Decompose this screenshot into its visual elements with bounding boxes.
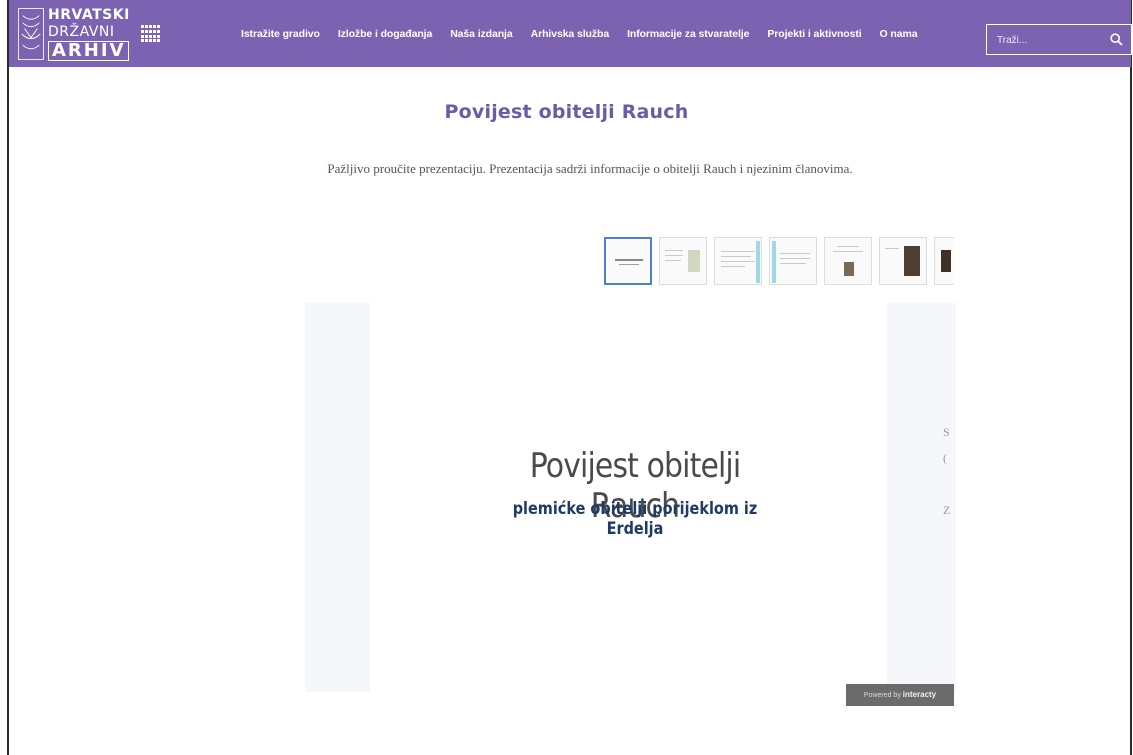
powered-by-brand: interacty <box>902 690 937 699</box>
powered-by-label: Powered by <box>863 692 901 699</box>
search-input[interactable] <box>987 25 1117 56</box>
menu-item-istrazite-gradivo[interactable]: Istražite gradivo <box>241 28 320 40</box>
site-logo[interactable]: HRVATSKI DRŽAVNI ARHIV <box>18 6 130 61</box>
slide-thumbnail-4[interactable] <box>769 237 817 285</box>
slide-subtitle: plemićke obitelji porijeklom iz Erdelja <box>512 499 758 539</box>
menu-item-informacije-za-stvaratelje[interactable]: Informacije za stvaratelje <box>627 28 749 40</box>
slide-left-panel <box>305 303 370 692</box>
logo-text-line1: HRVATSKI <box>48 7 130 23</box>
slide-thumbnails <box>604 237 954 287</box>
slide-thumbnail-1[interactable] <box>604 237 652 285</box>
menu-item-izlozbe-i-dogadanja[interactable]: Izložbe i događanja <box>338 28 432 40</box>
top-navbar: HRVATSKI DRŽAVNI ARHIV Istražite gradivo… <box>9 0 1132 67</box>
search-box <box>986 24 1132 56</box>
slide-thumbnail-7[interactable] <box>934 237 954 285</box>
menu-item-arhivska-sluzba[interactable]: Arhivska služba <box>531 28 610 40</box>
main-menu: Istražite gradivo Izložbe i događanja Na… <box>241 28 935 40</box>
clipped-text-char: S <box>943 425 950 439</box>
intro-text: Pažljivo proučite prezentaciju. Prezenta… <box>327 161 853 176</box>
slide-thumbnail-6[interactable] <box>879 237 927 285</box>
page-title: Povijest obitelji Rauch <box>444 100 689 123</box>
logo-text-line2: DRŽAVNI <box>48 24 115 40</box>
slide-thumbnail-3[interactable] <box>714 237 762 285</box>
grid-icon[interactable] <box>141 25 161 43</box>
logo-text-line3: ARHIV <box>48 41 130 61</box>
slide-thumbnail-2[interactable] <box>659 237 707 285</box>
menu-item-o-nama[interactable]: O nama <box>880 28 918 40</box>
powered-by-badge[interactable]: Powered by interacty <box>846 684 954 706</box>
next-slide-preview[interactable] <box>887 303 956 692</box>
slide-thumbnail-5[interactable] <box>824 237 872 285</box>
menu-item-projekti-i-aktivnosti[interactable]: Projekti i aktivnosti <box>767 28 861 40</box>
coat-of-arms-icon <box>18 8 44 60</box>
presentation-slide[interactable]: Povijest obitelji Rauch plemićke obitelj… <box>305 303 956 706</box>
clipped-text-char: Z <box>943 503 951 517</box>
search-icon[interactable] <box>1110 33 1123 46</box>
menu-item-nasa-izdanja[interactable]: Naša izdanja <box>450 28 513 40</box>
clipped-text-char: ( <box>943 451 947 465</box>
